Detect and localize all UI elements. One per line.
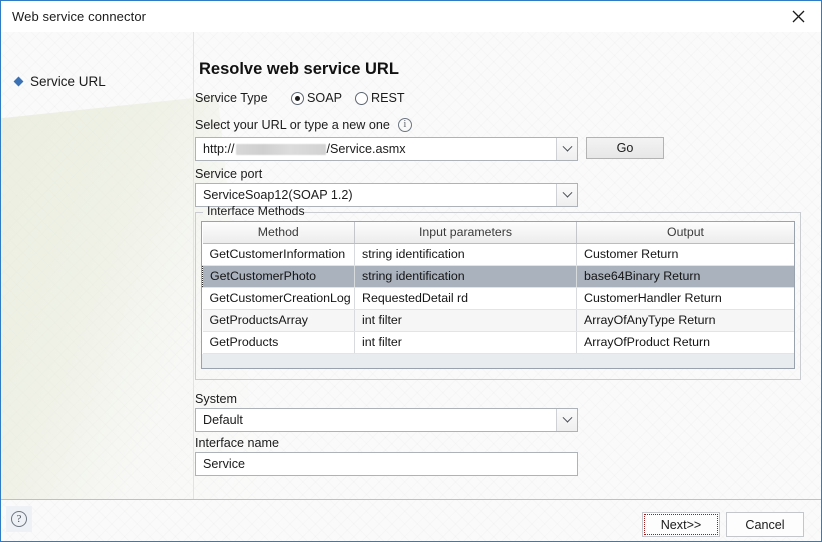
dialog-window: Web service connector Service URL Resolv… [0,0,822,542]
table-row[interactable]: GetCustomerCreationLog RequestedDetail rd… [202,287,794,310]
dialog-footer: ? Next>> Cancel [1,499,821,541]
service-type-label: Service Type [195,91,268,105]
system-value: Default [203,413,243,427]
system-label: System [195,392,237,406]
service-type-row: Service Type SOAP REST [195,91,418,105]
cell-output: base64Binary Return [576,264,794,288]
cancel-button[interactable]: Cancel [726,512,804,537]
url-combobox-value: http:// /Service.asmx [196,142,406,156]
chevron-down-icon[interactable] [556,409,577,431]
cell-input-parameters: int filter [354,309,577,332]
radio-soap[interactable]: SOAP [291,91,342,105]
url-combobox[interactable]: http:// /Service.asmx [195,137,578,161]
diamond-bullet-icon [13,76,24,87]
wizard-sidebar: Service URL [1,32,194,499]
service-port-label: Service port [195,167,263,181]
sidebar-item-label: Service URL [30,74,106,89]
cell-output: ArrayOfAnyType Return [576,309,794,332]
cell-method: GetProducts [202,331,355,354]
column-header-output[interactable]: Output [576,222,794,244]
close-icon[interactable] [776,1,821,31]
go-button[interactable]: Go [586,137,664,159]
help-glyph: ? [11,511,27,527]
radio-rest-label: REST [371,91,405,105]
url-prefix: http:// [203,142,235,156]
url-field-label: Select your URL or type a new one [195,118,390,132]
system-combobox[interactable]: Default [195,408,578,432]
interface-name-input[interactable]: Service [195,452,578,476]
interface-methods-table: Method Input parameters Output GetCustom… [202,222,794,354]
main-panel: Resolve web service URL Service Type SOA… [195,32,821,499]
cell-output: Customer Return [576,243,794,266]
interface-name-label: Interface name [195,436,280,450]
cell-input-parameters: RequestedDetail rd [354,287,577,310]
url-label-row: Select your URL or type a new one i [195,118,412,132]
cell-input-parameters: string identification [354,243,577,266]
chevron-down-icon[interactable] [556,184,577,206]
interface-methods-legend: Interface Methods [207,204,305,218]
table-row[interactable]: GetProducts int filter ArrayOfProduct Retu… [202,331,794,354]
radio-soap-indicator [291,91,304,105]
interface-methods-group: Interface Methods Method Input parameter… [195,204,801,380]
url-suffix: /Service.asmx [326,142,406,156]
cell-method: GetCustomerPhoto [202,264,355,288]
interface-name-value: Service [203,457,245,471]
window-title: Web service connector [12,9,147,24]
service-port-value: ServiceSoap12(SOAP 1.2) [203,188,353,202]
next-button[interactable]: Next>> [642,512,720,537]
title-bar: Web service connector [1,1,821,32]
radio-rest-indicator [355,91,368,105]
cell-method: GetCustomerCreationLog [202,287,355,310]
table-header-row: Method Input parameters Output [202,222,794,244]
table-row[interactable]: GetCustomerInformation string identificat… [202,243,794,266]
interface-methods-table-container[interactable]: Method Input parameters Output GetCustom… [201,221,795,369]
cell-method: GetCustomerInformation [202,243,355,266]
help-icon[interactable]: ? [6,506,32,532]
chevron-down-icon[interactable] [556,138,577,160]
cell-output: CustomerHandler Return [576,287,794,310]
cell-output: ArrayOfProduct Return [576,331,794,354]
page-title: Resolve web service URL [199,60,399,78]
table-row[interactable]: GetProductsArray int filter ArrayOfAnyType… [202,309,794,332]
info-icon[interactable]: i [397,118,412,132]
radio-rest[interactable]: REST [355,91,405,105]
cell-input-parameters: int filter [354,331,577,354]
column-header-input-parameters[interactable]: Input parameters [354,222,577,244]
table-row[interactable]: GetCustomerPhoto string identification bas… [202,264,794,288]
url-redacted-host [235,143,326,155]
cell-input-parameters: string identification [354,264,577,288]
dialog-content: Service URL Resolve web service URL Serv… [1,32,821,499]
sidebar-item-service-url[interactable]: Service URL [13,74,106,89]
radio-soap-label: SOAP [307,91,342,105]
column-header-method[interactable]: Method [202,222,355,244]
cell-method: GetProductsArray [202,309,355,332]
